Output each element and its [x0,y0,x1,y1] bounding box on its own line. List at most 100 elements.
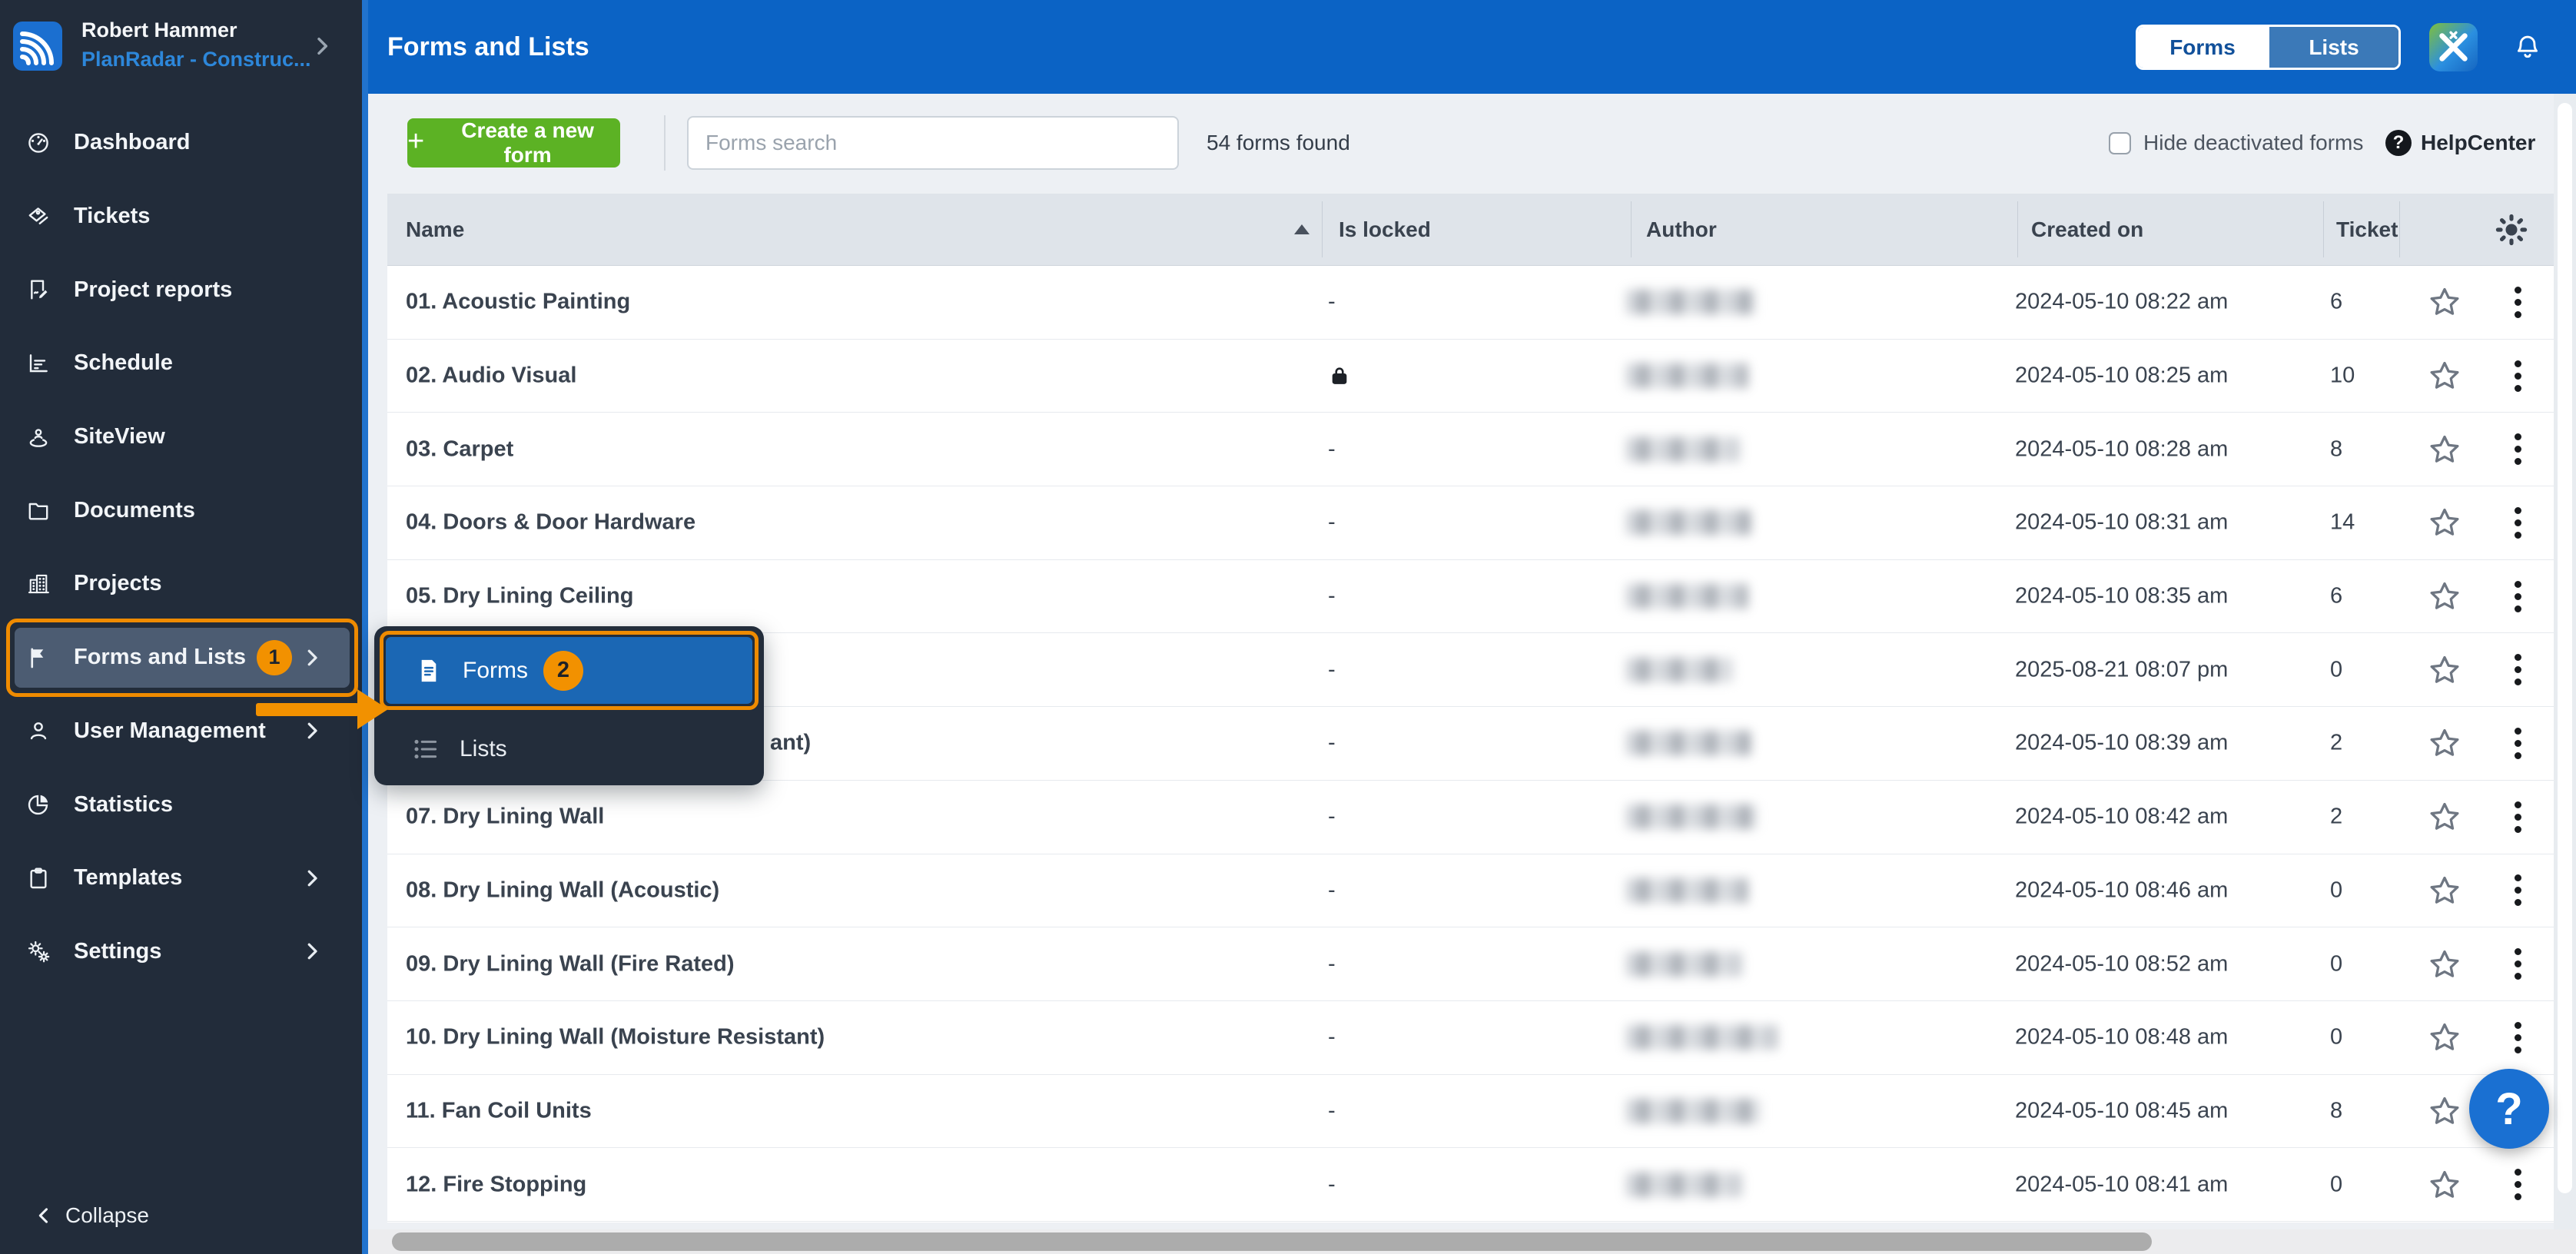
column-header-created-on[interactable]: Created on [2031,194,2143,266]
row-menu-kebab-icon[interactable] [2502,576,2533,616]
table-row[interactable]: 03. Carpet - 2024-05-10 08:28 am 8 [387,413,2554,487]
sidebar-item-projects[interactable]: Projects [0,547,362,621]
column-header-ticket[interactable]: Ticket [2336,194,2398,266]
form-name[interactable]: 10. Dry Lining Wall (Moisture Resistant) [406,1025,825,1050]
is-locked-value: - [1328,657,1336,682]
sidebar-item-schedule[interactable]: Schedule [0,327,362,400]
favorite-star-icon[interactable] [2427,725,2462,761]
favorite-star-icon[interactable] [2427,284,2462,320]
favorite-star-icon[interactable] [2427,1167,2462,1203]
row-menu-kebab-icon[interactable] [2502,282,2533,322]
sidebar-item-settings[interactable]: Settings [0,915,362,989]
form-name[interactable]: 04. Doors & Door Hardware [406,510,695,536]
hide-deactivated-checkbox[interactable] [2109,131,2131,154]
form-name[interactable]: 11. Fan Coil Units [406,1098,592,1123]
favorite-star-icon[interactable] [2427,652,2462,688]
table-row[interactable]: 07. Dry Lining Wall - 2024-05-10 08:42 a… [387,780,2554,854]
favorite-star-icon[interactable] [2427,579,2462,614]
form-name[interactable]: 05. Dry Lining Ceiling [406,584,634,609]
table-settings-gear-icon[interactable] [2495,213,2528,247]
table-row[interactable]: 08. Dry Lining Wall (Acoustic) - 2024-05… [387,854,2554,928]
connect-app-icon[interactable] [2429,23,2478,71]
row-menu-kebab-icon[interactable] [2502,1017,2533,1057]
forms-search-input[interactable] [687,116,1179,170]
favorite-star-icon[interactable] [2427,799,2462,834]
sidebar-item-statistics[interactable]: Statistics [0,768,362,841]
hide-deactivated-control: Hide deactivated forms [2109,118,2363,168]
table-row[interactable]: 11. Fan Coil Units - 2024-05-10 08:45 am… [387,1074,2554,1149]
table-row[interactable]: 02. Audio Visual 2024-05-10 08:25 am 10 [387,339,2554,413]
author-redacted [1626,804,1757,830]
chevron-right-icon [300,646,324,669]
table-row[interactable]: 04. Doors & Door Hardware - 2024-05-10 0… [387,486,2554,560]
form-name[interactable]: 07. Dry Lining Wall [406,804,604,830]
created-on-value: 2024-05-10 08:35 am [2015,583,2229,609]
favorite-star-icon[interactable] [2427,432,2462,467]
form-name[interactable]: 02. Audio Visual [406,363,576,389]
vertical-scrollbar-thumb[interactable] [2558,103,2572,1193]
floating-help-button[interactable]: ? [2469,1069,2549,1149]
author-redacted [1626,363,1748,389]
collapse-button[interactable]: Collapse [0,1193,362,1239]
sidebar-item-project-reports[interactable]: Project reports [0,253,362,327]
author-redacted [1626,951,1741,977]
ticket-count: 0 [2330,1172,2343,1197]
table-row[interactable]: 12. Fire Stopping - 2024-05-10 08:41 am … [387,1148,2554,1222]
row-menu-kebab-icon[interactable] [2502,797,2533,837]
form-name[interactable]: 12. Fire Stopping [406,1172,586,1197]
favorite-star-icon[interactable] [2427,1020,2462,1055]
sidebar-item-dashboard[interactable]: Dashboard [0,106,362,180]
table-row[interactable]: 05. Dry Lining Ceiling - 2024-05-10 08:3… [387,559,2554,634]
create-new-form-button[interactable]: + Create a new form [407,118,620,168]
account-switcher[interactable]: Robert Hammer PlanRadar - Construc... [0,0,362,94]
table-row[interactable]: 01. Acoustic Painting - 2024-05-10 08:22… [387,266,2554,340]
ticket-count: 14 [2330,509,2355,535]
favorite-star-icon[interactable] [2427,947,2462,982]
row-menu-kebab-icon[interactable] [2502,430,2533,469]
vertical-scrollbar-track[interactable] [2554,94,2576,1229]
favorite-star-icon[interactable] [2427,358,2462,393]
form-name[interactable]: 09. Dry Lining Wall (Fire Rated) [406,951,735,977]
row-menu-kebab-icon[interactable] [2502,356,2533,396]
horizontal-scrollbar-track[interactable] [368,1229,2576,1254]
toggle-forms-button[interactable]: Forms [2138,27,2267,68]
column-header-name[interactable]: Name [406,194,464,266]
row-menu-kebab-icon[interactable] [2502,871,2533,911]
horizontal-scrollbar-thumb[interactable] [392,1232,2152,1251]
favorite-star-icon[interactable] [2427,505,2462,540]
row-menu-kebab-icon[interactable] [2502,723,2533,763]
notifications-bell-icon[interactable] [2513,32,2542,61]
siteview-icon [26,425,51,450]
form-name[interactable]: 03. Carpet [406,436,513,462]
sort-asc-icon[interactable] [1294,224,1310,234]
author-redacted [1626,1172,1741,1197]
row-menu-kebab-icon[interactable] [2502,650,2533,690]
sidebar-item-label: Documents [74,497,195,522]
row-menu-kebab-icon[interactable] [2502,1165,2533,1205]
sidebar-item-templates[interactable]: Templates [0,841,362,915]
project-reports-icon [26,277,51,302]
form-name[interactable]: 08. Dry Lining Wall (Acoustic) [406,877,719,903]
is-locked-value: - [1328,804,1336,829]
sidebar-item-siteview[interactable]: SiteView [0,400,362,474]
sidebar-item-tickets[interactable]: Tickets [0,180,362,254]
form-name[interactable]: ant) [770,731,811,756]
sidebar-item-label: Statistics [74,791,173,817]
table-row[interactable]: 09. Dry Lining Wall (Fire Rated) - 2024-… [387,927,2554,1001]
favorite-star-icon[interactable] [2427,873,2462,908]
row-menu-kebab-icon[interactable] [2502,944,2533,984]
submenu-item-lists[interactable]: Lists [385,720,753,778]
sidebar-item-forms-and-lists[interactable]: Forms and Lists 1 [0,618,362,697]
submenu-item-forms[interactable]: Forms 2 [386,637,752,704]
table-row[interactable]: 10. Dry Lining Wall (Moisture Resistant)… [387,1000,2554,1075]
toggle-lists-button[interactable]: Lists [2267,27,2398,68]
column-header-author[interactable]: Author [1646,194,1717,266]
sidebar-item-documents[interactable]: Documents [0,473,362,547]
form-name[interactable]: 01. Acoustic Painting [406,290,630,315]
account-name: PlanRadar - Construc... [81,48,311,71]
helpcenter-link[interactable]: ? HelpCenter [2385,118,2535,168]
column-header-is-locked[interactable]: Is locked [1339,194,1431,266]
favorite-star-icon[interactable] [2427,1093,2462,1129]
row-menu-kebab-icon[interactable] [2502,503,2533,542]
sidebar-scrollbar[interactable] [362,0,368,1254]
